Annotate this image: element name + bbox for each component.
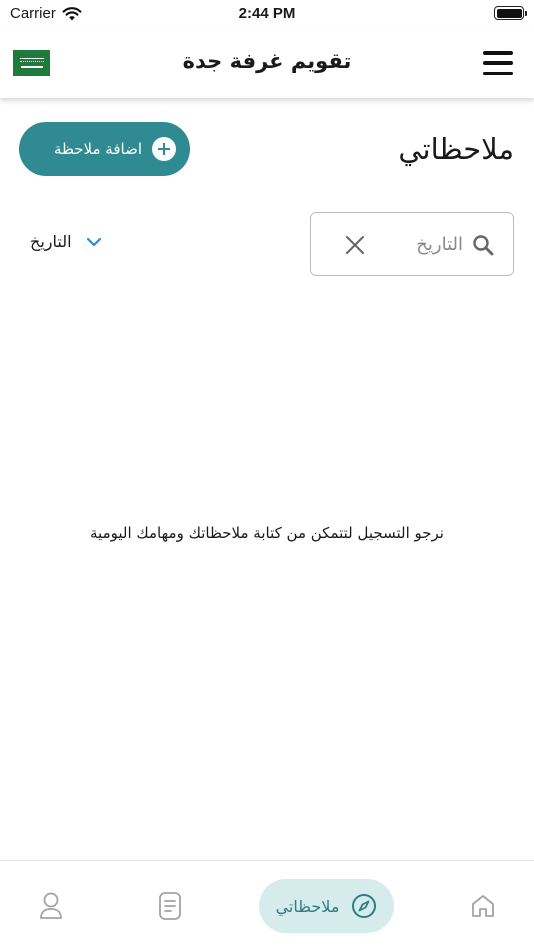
date-search-input[interactable] xyxy=(363,229,463,259)
nav-item-notes-list[interactable] xyxy=(144,879,196,933)
add-note-button[interactable]: اضافة ملاحظة xyxy=(19,122,190,176)
status-time: 2:44 PM xyxy=(238,5,296,22)
nav-item-home[interactable] xyxy=(457,879,509,933)
nav-item-notes[interactable]: ملاحظاتي xyxy=(259,879,394,933)
battery-icon xyxy=(494,6,527,20)
search-icon xyxy=(473,235,494,256)
date-search-box xyxy=(310,212,514,276)
app-title: تقويم غرفة جدة xyxy=(182,49,352,73)
sort-dropdown-label: التاريخ xyxy=(30,232,72,251)
add-note-button-label: اضافة ملاحظة xyxy=(53,140,142,158)
page-title: ملاحظاتي xyxy=(398,132,514,166)
hamburger-menu-icon[interactable] xyxy=(483,51,513,75)
chevron-down-icon xyxy=(86,237,101,246)
nav-item-notes-label: ملاحظاتي xyxy=(275,896,340,916)
compass-icon xyxy=(352,894,377,918)
home-icon xyxy=(472,895,494,917)
plus-icon xyxy=(152,137,176,161)
clear-icon[interactable] xyxy=(345,235,365,255)
bottom-nav: ملاحظاتي xyxy=(0,860,534,950)
empty-state-message: نرجو التسجيل لتتمكن من كتابة ملاحظاتك وم… xyxy=(90,524,444,542)
nav-item-profile[interactable] xyxy=(25,879,77,933)
document-icon xyxy=(159,892,181,920)
sort-dropdown[interactable]: التاريخ xyxy=(30,232,102,251)
user-icon xyxy=(40,892,62,919)
status-bar: Carrier 2:44 PM xyxy=(0,0,534,30)
app-header: تقويم غرفة جدة xyxy=(0,30,534,98)
